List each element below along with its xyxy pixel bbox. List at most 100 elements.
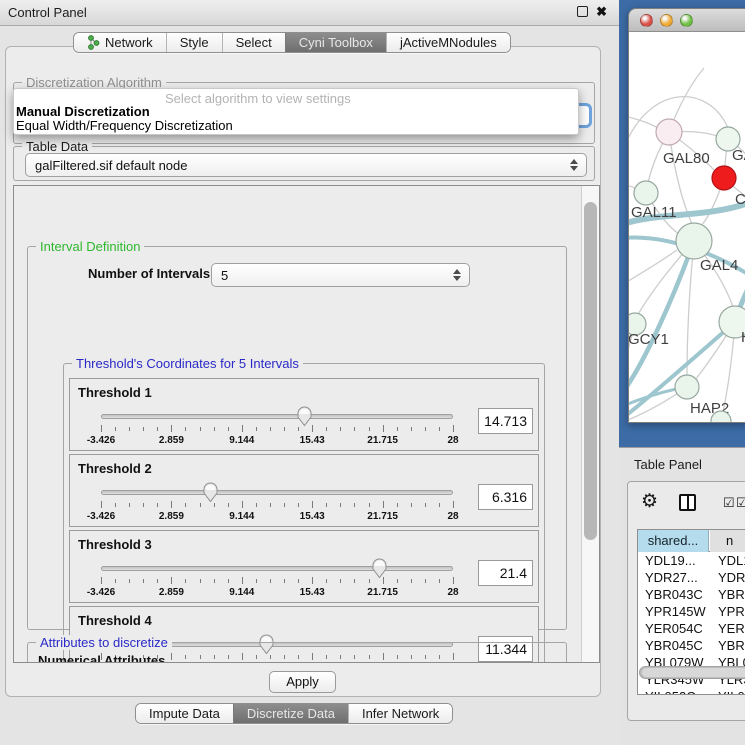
slider-thumb[interactable] bbox=[203, 482, 218, 503]
table-hscrollbar[interactable] bbox=[639, 666, 745, 679]
panel-scrollbar[interactable] bbox=[581, 186, 599, 662]
slider-track[interactable] bbox=[101, 490, 453, 495]
slider-tick bbox=[185, 503, 186, 507]
slider-tick bbox=[115, 503, 116, 507]
tab-network[interactable]: Network bbox=[74, 33, 166, 52]
checkbox-icon[interactable]: ☑ bbox=[736, 495, 745, 511]
minimize-light-icon[interactable] bbox=[660, 14, 673, 27]
table-data-combobox[interactable]: galFiltered.sif default node bbox=[25, 153, 587, 177]
slider-thumb[interactable] bbox=[372, 558, 387, 579]
attributes-group: Attributes to discretize Numerical Attri… bbox=[27, 642, 567, 663]
threshold-value-field[interactable]: 14.713 bbox=[478, 408, 533, 434]
float-window-icon[interactable] bbox=[577, 6, 588, 17]
slider-tick bbox=[439, 427, 440, 431]
network-window-titlebar bbox=[629, 9, 745, 32]
slider-tick bbox=[256, 427, 257, 431]
slider-tick bbox=[425, 427, 426, 431]
table-panel-title: Table Panel bbox=[634, 457, 702, 472]
network-node[interactable] bbox=[676, 223, 712, 259]
tab-infer-network[interactable]: Infer Network bbox=[348, 704, 452, 723]
slider-tick-label: -3.426 bbox=[76, 587, 126, 598]
table-row[interactable]: YDR27...YDR2 bbox=[638, 569, 745, 586]
cell-name: YPR1 bbox=[718, 604, 745, 619]
slider-tick bbox=[200, 579, 201, 583]
tab-impute-data[interactable]: Impute Data bbox=[136, 704, 233, 723]
threshold-label: Threshold 4 bbox=[78, 613, 152, 628]
slider-tick bbox=[284, 503, 285, 507]
table-header: shared... n bbox=[638, 530, 745, 552]
threshold-value-field[interactable]: 21.4 bbox=[478, 560, 533, 586]
slider-tick bbox=[354, 503, 355, 507]
slider-track[interactable] bbox=[101, 414, 453, 419]
popup-hint: Select algorithm to view settings bbox=[165, 91, 351, 106]
network-node[interactable] bbox=[675, 375, 699, 399]
tab-cyni-toolbox[interactable]: Cyni Toolbox bbox=[285, 33, 386, 52]
table-row[interactable]: YDL19...YDL1 bbox=[638, 552, 745, 569]
traffic-lights bbox=[640, 14, 693, 27]
table-row[interactable]: YBR045C YBR0 bbox=[638, 637, 745, 654]
popup-item-manual-discretization[interactable]: Manual Discretization bbox=[16, 104, 150, 119]
checkbox-icon[interactable]: ☑ bbox=[723, 495, 735, 511]
close-light-icon[interactable] bbox=[640, 14, 653, 27]
gear-icon[interactable]: ⚙ bbox=[641, 492, 658, 512]
network-node[interactable] bbox=[712, 166, 736, 190]
slider-tick-label: 21.715 bbox=[358, 587, 408, 598]
apply-button[interactable]: Apply bbox=[269, 671, 336, 693]
tab-jactivemnodules[interactable]: jActiveMNodules bbox=[386, 33, 510, 52]
slider-tick bbox=[312, 577, 313, 584]
cell-shared-name: YBR045C bbox=[645, 638, 703, 653]
group-title: Attributes to discretize bbox=[36, 635, 172, 650]
network-canvas[interactable]: GAL80GACGAL11GAL4GCY1HHAP2 bbox=[629, 32, 745, 423]
network-node[interactable] bbox=[656, 119, 682, 145]
tab-discretize-data[interactable]: Discretize Data bbox=[233, 704, 348, 723]
slider-tick bbox=[270, 427, 271, 431]
slider-tick bbox=[242, 425, 243, 432]
slider-tick bbox=[242, 577, 243, 584]
column-header-shared-name[interactable]: shared... bbox=[638, 530, 709, 552]
tab-select[interactable]: Select bbox=[222, 33, 285, 52]
number-of-intervals-combobox[interactable]: 5 bbox=[211, 263, 470, 287]
table-row[interactable]: YPR145WYPR1 bbox=[638, 603, 745, 620]
zoom-light-icon[interactable] bbox=[680, 14, 693, 27]
table-row[interactable]: YIL052CYIL0 bbox=[638, 688, 745, 695]
threshold-value-field[interactable]: 6.316 bbox=[478, 484, 533, 510]
desktop-background: GAL80GACGAL11GAL4GCY1HHAP2 bbox=[619, 0, 745, 447]
table-row[interactable]: YBR043CYBR0 bbox=[638, 586, 745, 603]
table-row[interactable]: YER054CYER0 bbox=[638, 620, 745, 637]
network-view-window: GAL80GACGAL11GAL4GCY1HHAP2 bbox=[628, 8, 745, 423]
cell-name: YIL0 bbox=[718, 689, 745, 695]
node-table[interactable]: shared... n YDL19...YDL1YDR27...YDR2YBR0… bbox=[637, 529, 745, 695]
control-panel-tabs: Network Style Select Cyni Toolbox jActiv… bbox=[73, 32, 511, 53]
slider-tick bbox=[143, 427, 144, 431]
cyni-toolbox-panel: Discretization Algorithm Select algorith… bbox=[5, 46, 601, 697]
slider-track[interactable] bbox=[101, 566, 453, 571]
cell-name: YER0 bbox=[718, 621, 745, 636]
slider-tick-label: 15.43 bbox=[287, 587, 337, 598]
network-node[interactable] bbox=[634, 181, 658, 205]
slider-tick bbox=[298, 503, 299, 507]
panel-scrollbar-thumb[interactable] bbox=[584, 202, 597, 540]
slider-tick bbox=[397, 579, 398, 583]
slider-thumb[interactable] bbox=[297, 406, 312, 427]
slider-tick bbox=[411, 427, 412, 431]
slider-tick bbox=[115, 427, 116, 431]
table-hscrollbar-thumb[interactable] bbox=[642, 668, 745, 677]
window-title: Control Panel bbox=[8, 5, 87, 20]
tab-label: Network bbox=[105, 35, 153, 50]
slider-tick bbox=[228, 503, 229, 507]
column-header-name[interactable]: n bbox=[710, 530, 745, 552]
cell-name: YBR0 bbox=[718, 638, 745, 653]
slider-tick bbox=[200, 503, 201, 507]
split-view-icon[interactable] bbox=[679, 494, 696, 511]
slider-tick bbox=[340, 427, 341, 431]
slider-tick bbox=[129, 427, 130, 431]
close-icon[interactable]: ✖ bbox=[596, 6, 607, 17]
slider-tick bbox=[369, 427, 370, 431]
combo-arrows-icon bbox=[453, 269, 461, 281]
tab-style[interactable]: Style bbox=[166, 33, 222, 52]
cell-shared-name: YDL19... bbox=[645, 553, 696, 568]
table-toolbar: ⚙ ☑ ☑ bbox=[628, 488, 745, 522]
popup-item-equal-width-frequency[interactable]: Equal Width/Frequency Discretization bbox=[16, 118, 233, 133]
slider-tick bbox=[354, 579, 355, 583]
network-node-label: GAL4 bbox=[700, 257, 738, 274]
